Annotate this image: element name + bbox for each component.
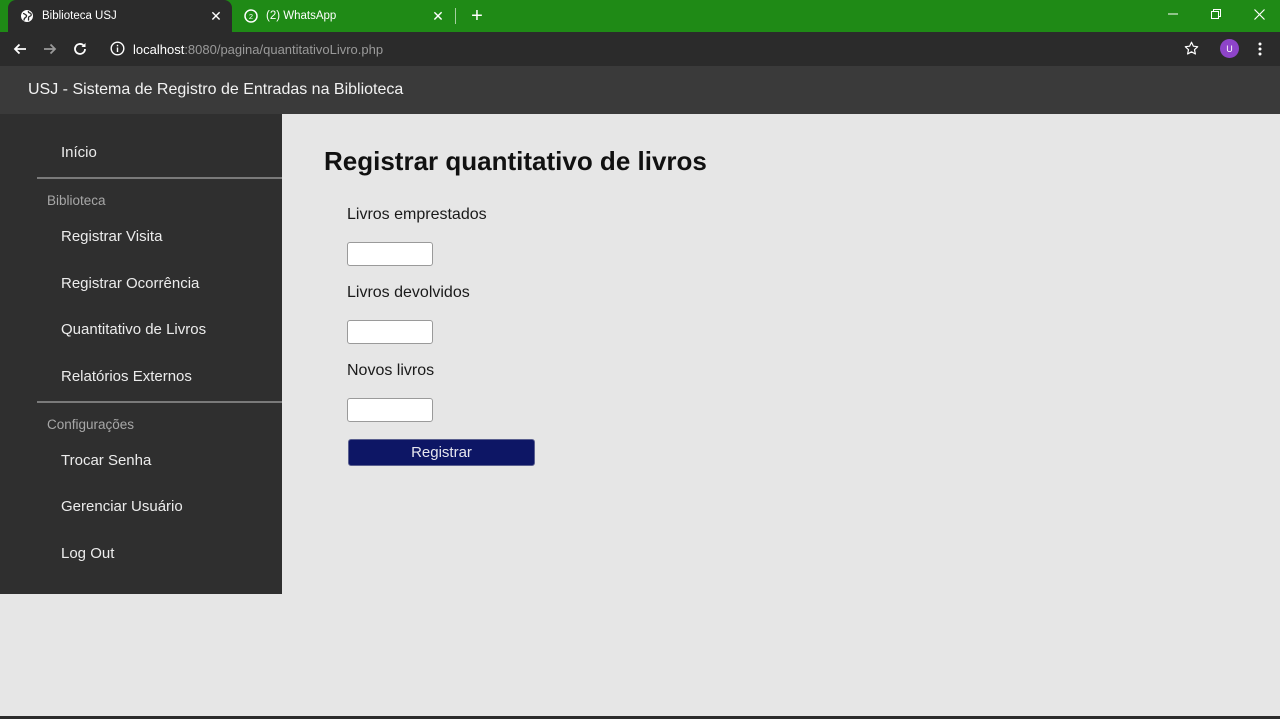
tab-divider: [455, 8, 456, 24]
livros-emprestados-input[interactable]: [347, 242, 433, 266]
field-label-novos-livros: Novos livros: [347, 362, 435, 379]
sidebar-item-quantitativo-livros[interactable]: Quantitativo de Livros: [61, 321, 206, 338]
minimize-icon[interactable]: [1153, 0, 1193, 28]
whatsapp-icon: 2: [244, 9, 258, 23]
url-path: :8080/pagina/quantitativoLivro.php: [184, 42, 384, 57]
svg-text:2: 2: [249, 12, 253, 21]
close-window-icon[interactable]: [1239, 0, 1279, 28]
browser-tab-biblioteca[interactable]: Biblioteca USJ ✕: [8, 0, 232, 32]
new-tab-plus-icon[interactable]: +: [467, 6, 487, 26]
novos-livros-input[interactable]: [347, 398, 433, 422]
forward-arrow-icon[interactable]: [40, 39, 60, 59]
field-label-livros-devolvidos: Livros devolvidos: [347, 284, 470, 301]
sidebar-item-log-out[interactable]: Log Out: [61, 545, 114, 562]
field-label-livros-emprestados: Livros emprestados: [347, 206, 487, 223]
browser-tab-whatsapp[interactable]: 2 (2) WhatsApp ✕: [234, 0, 454, 32]
menu-kebab-icon[interactable]: [1250, 39, 1270, 59]
sidebar-item-registrar-ocorrencia[interactable]: Registrar Ocorrência: [61, 275, 199, 292]
main-content: Registrar quantitativo de livros Livros …: [282, 114, 1280, 719]
browser-tab-bar: Biblioteca USJ ✕ 2 (2) WhatsApp ✕ +: [0, 0, 1280, 32]
app-title: USJ - Sistema de Registro de Entradas na…: [28, 81, 404, 98]
registrar-button[interactable]: Registrar: [348, 439, 535, 466]
bookmark-star-icon[interactable]: [1184, 41, 1199, 61]
sidebar: Início Biblioteca Registrar Visita Regis…: [0, 114, 282, 594]
back-arrow-icon[interactable]: [10, 39, 30, 59]
url-host: localhost: [133, 42, 185, 57]
tab-title: Biblioteca USJ: [42, 10, 117, 22]
reload-icon[interactable]: [70, 39, 90, 59]
livros-devolvidos-input[interactable]: [347, 320, 433, 344]
url-text[interactable]: localhost:8080/pagina/quantitativoLivro.…: [133, 42, 383, 57]
sidebar-item-registrar-visita[interactable]: Registrar Visita: [61, 228, 162, 245]
app-header: USJ - Sistema de Registro de Entradas na…: [0, 66, 1280, 114]
sidebar-item-gerenciar-usuario[interactable]: Gerenciar Usuário: [61, 498, 183, 515]
browser-toolbar: localhost:8080/pagina/quantitativoLivro.…: [0, 32, 1280, 66]
tab-close-icon[interactable]: ✕: [430, 8, 446, 24]
info-icon[interactable]: [110, 41, 125, 61]
profile-avatar[interactable]: U: [1220, 39, 1239, 58]
globe-icon: [20, 9, 34, 23]
tab-title: (2) WhatsApp: [266, 10, 337, 22]
sidebar-item-trocar-senha[interactable]: Trocar Senha: [61, 452, 151, 469]
sidebar-item-relatorios-externos[interactable]: Relatórios Externos: [61, 368, 192, 385]
sidebar-divider: [37, 177, 282, 179]
sidebar-divider: [37, 401, 282, 403]
sidebar-section-configuracoes: Configurações: [47, 417, 135, 432]
tab-close-icon[interactable]: ✕: [208, 8, 224, 24]
restore-icon[interactable]: [1196, 0, 1236, 28]
page-title: Registrar quantitativo de livros: [324, 146, 707, 176]
sidebar-item-inicio[interactable]: Início: [61, 144, 97, 161]
address-bar[interactable]: localhost:8080/pagina/quantitativoLivro.…: [104, 35, 1208, 63]
sidebar-section-biblioteca: Biblioteca: [47, 193, 106, 208]
